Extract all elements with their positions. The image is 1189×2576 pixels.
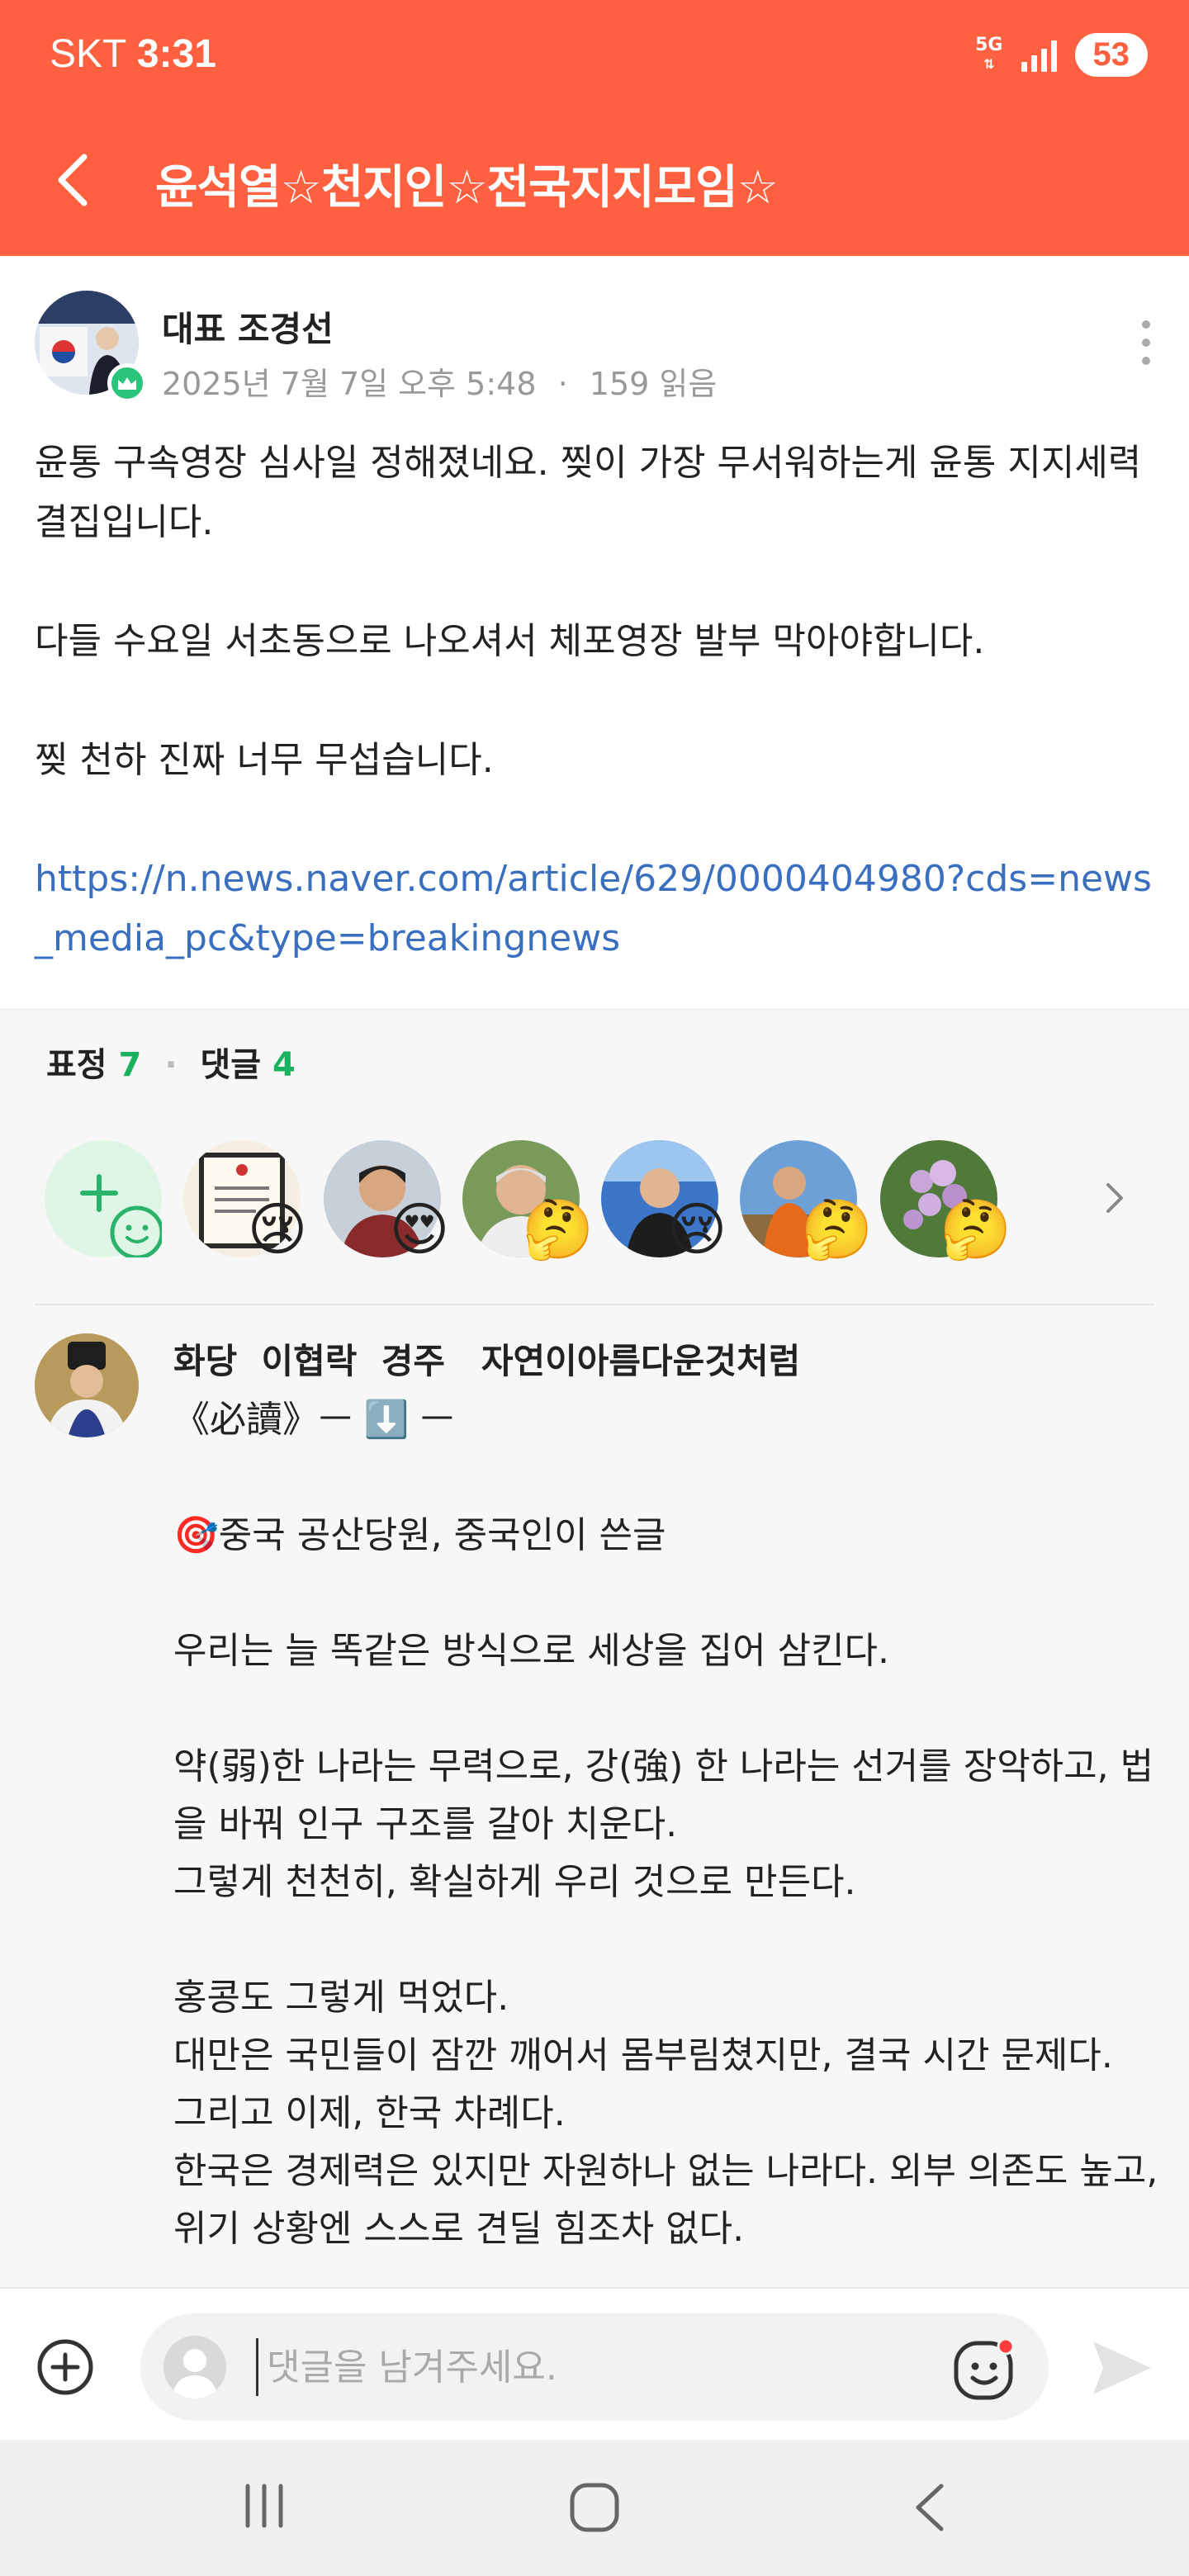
back-arrow-icon[interactable]: [43, 147, 109, 213]
comment-line: [173, 1565, 1164, 1622]
sticker-icon[interactable]: [953, 2338, 1016, 2401]
post-paragraph: 윤통 구속영장 심사일 정해졌네요. 찢이 가장 무서워하는게 윤통 지지세력 …: [35, 442, 1142, 543]
post-author-name[interactable]: 대표 조경선: [162, 301, 334, 352]
attach-plus-icon[interactable]: [36, 2338, 94, 2396]
comment-label: 댓글: [200, 1046, 262, 1084]
comment-line: 한국은 경제력은 있지만 자원하나 없는 나라다. 외부 의존도 높고, 위기 …: [173, 2150, 1158, 2250]
thinking-emoji-icon: 🤔: [801, 1196, 874, 1263]
comment-line: 그렇게 천천히, 확실하게 우리 것으로 만든다.: [173, 1861, 856, 1903]
system-nav-bar: [0, 2440, 1189, 2576]
recent-apps-icon[interactable]: [239, 2481, 289, 2531]
thinking-emoji-icon: 🤔: [940, 1196, 1012, 1263]
chevron-right-icon[interactable]: [1098, 1181, 1131, 1215]
comment-line: 《必讀》ㅡ ⬇️ ㅡ: [173, 1399, 454, 1441]
status-carrier-time: SKT 3:31: [50, 31, 216, 77]
system-back-icon[interactable]: [908, 2481, 950, 2534]
post-meta: 2025년 7월 7일 오후 5:48 · 159 읽음: [162, 366, 718, 402]
reaction-counts: 표정 7 · 댓글 4: [46, 1046, 296, 1084]
comment-line: 그리고 이제, 한국 차례다.: [173, 2092, 566, 2134]
comment-line: 우리는 늘 똑같은 방식으로 세상을 집어 삼킨다.: [173, 1630, 890, 1672]
comment-count: 4: [272, 1046, 296, 1084]
send-icon[interactable]: [1088, 2335, 1154, 2401]
comment-input-container[interactable]: [140, 2313, 1049, 2421]
add-reaction-button[interactable]: [45, 1140, 164, 1260]
news-article-link[interactable]: https://n.news.naver.com/article/629/000…: [35, 850, 1158, 968]
reactions-section: 표정 7 · 댓글 4 😢 😍 🤔 😢 🤔 🤔 화당 이협락 경주 자연이아름다…: [0, 1009, 1189, 2305]
post-read-count: 159 읽음: [589, 366, 718, 402]
comment-line: 약(弱)한 나라는 무력으로, 강(強) 한 나라는 선거를 장악하고, 법을 …: [173, 1745, 1154, 1845]
heart-eyes-emoji-icon: 😍: [389, 1196, 450, 1263]
comment-line: 🎯중국 공산당원, 중국인이 쓴글: [173, 1514, 666, 1556]
comment-line: [173, 1911, 1164, 1969]
comment-input[interactable]: [256, 2338, 883, 2396]
app-header-background: SKT 3:31 5G ⇅ 53 윤석열☆천지인☆전국지지모임☆: [0, 0, 1189, 256]
my-avatar: [163, 2336, 226, 2398]
status-bar: SKT 3:31 5G ⇅ 53: [0, 0, 1189, 116]
post-paragraph: 다들 수요일 서초동으로 나오셔서 체포영장 발부 막아야합니다.: [35, 620, 985, 662]
carrier-name: SKT: [50, 32, 126, 76]
commenter-name[interactable]: 화당 이협락 경주 자연이아름다운것처럼: [173, 1333, 800, 1384]
comment-line: [173, 1449, 1164, 1507]
default-avatar-icon: [163, 2336, 226, 2398]
post-paragraph: [35, 671, 1158, 731]
reaction-faces-row: 😢 😍 🤔 😢 🤔 🤔: [45, 1140, 1151, 1264]
status-icons: 5G ⇅ 53: [975, 33, 1148, 77]
comment-line: 홍콩도 그렇게 먹었다.: [173, 1977, 509, 2019]
comment-line: [173, 1680, 1164, 1738]
battery-icon: 53: [1074, 33, 1148, 77]
network-5g-icon: 5G ⇅: [975, 35, 1003, 73]
emotion-label: 표정: [46, 1046, 107, 1084]
home-icon[interactable]: [568, 2481, 621, 2534]
crown-icon: [118, 377, 136, 390]
emotion-count: 7: [118, 1046, 142, 1084]
post-paragraph: [35, 552, 1158, 612]
post-date: 2025년 7월 7일 오후 5:48: [162, 366, 537, 402]
clock-time: 3:31: [136, 32, 216, 76]
post-paragraph: 찢 천하 진짜 너무 무섭습니다.: [35, 739, 494, 781]
thinking-emoji-icon: 🤔: [522, 1196, 594, 1263]
post-paragraph: [35, 790, 1158, 850]
comment-line: 대만은 국민들이 잠깐 깨어서 몸부림쳤지만, 결국 시간 문제다.: [173, 2034, 1113, 2076]
post-body: 윤통 구속영장 심사일 정해졌네요. 찢이 가장 무서워하는게 윤통 지지세력 …: [35, 433, 1158, 968]
more-options-icon[interactable]: [1138, 320, 1154, 370]
comment-input-bar: [0, 2287, 1189, 2440]
manager-crown-badge: [107, 363, 147, 403]
signal-strength-icon: [1021, 39, 1057, 72]
commenter-avatar[interactable]: [35, 1333, 139, 1437]
sad-emoji-icon: 😢: [666, 1196, 727, 1263]
group-title: 윤석열☆천지인☆전국지지모임☆: [155, 161, 779, 215]
top-app-bar: 윤석열☆천지인☆전국지지모임☆: [0, 132, 1189, 231]
comment-body: 《必讀》ㅡ ⬇️ ㅡ 🎯중국 공산당원, 중국인이 쓴글 우리는 늘 똑같은 방…: [173, 1391, 1164, 2258]
sad-emoji-icon: 😢: [247, 1196, 308, 1263]
divider: [35, 1304, 1154, 1305]
add-emotion-icon: [80, 1174, 164, 1260]
